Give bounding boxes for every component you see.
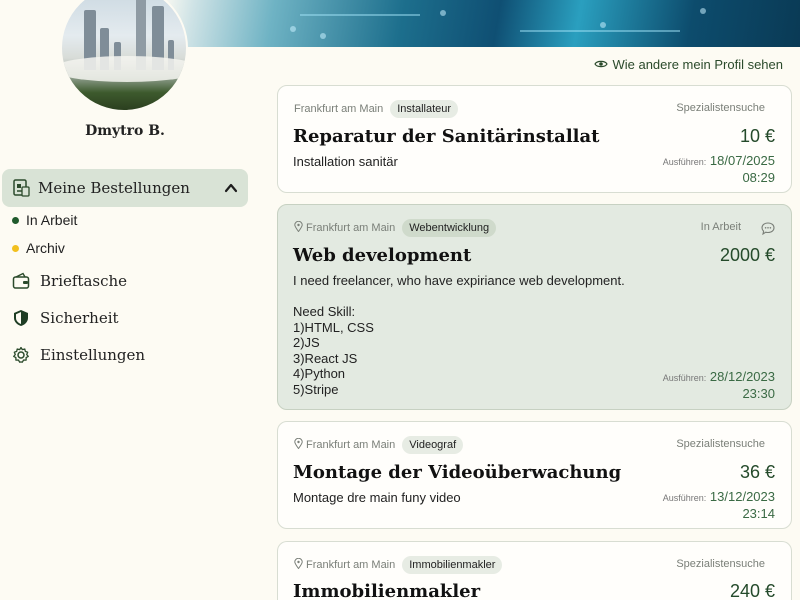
order-city: Frankfurt am Main — [306, 222, 396, 234]
order-price: 10 € — [739, 126, 775, 146]
due-time: 23:14 — [742, 506, 775, 521]
order-city: Frankfurt am Main — [306, 559, 396, 571]
order-status: Spezialistensuche — [676, 102, 765, 114]
order-city: Frankfurt am Main — [306, 439, 396, 451]
status-dot — [12, 244, 19, 252]
due-label: Ausführen: — [662, 157, 707, 167]
order-price: 36 € — [739, 462, 775, 482]
sidebar-item-my-orders[interactable]: Meine Bestellungen — [2, 169, 248, 207]
due-date: 18/07/2025 — [709, 153, 775, 168]
sidebar-subitem-label: Archiv — [26, 240, 65, 256]
chevron-up-icon[interactable] — [224, 181, 238, 199]
order-card[interactable]: Frankfurt am Main Installateur Spezialis… — [277, 85, 792, 193]
order-meta: Frankfurt am Main Immobilienmakler — [294, 556, 503, 574]
category-tag: Installateur — [390, 100, 459, 118]
wallet-icon — [12, 272, 30, 290]
order-status: Spezialistensuche — [676, 438, 765, 450]
order-title[interactable]: Reparatur der Sanitärinstallat — [293, 126, 599, 147]
avatar[interactable] — [60, 0, 188, 112]
order-status: In Arbeit — [700, 221, 741, 233]
view-profile-label: Wie andere mein Profil sehen — [612, 57, 783, 72]
order-meta: Frankfurt am Main Webentwicklung — [294, 219, 497, 237]
due-label: Ausführen: — [662, 493, 707, 503]
order-title[interactable]: Web development — [293, 245, 471, 266]
order-meta: Frankfurt am Main Installateur — [294, 100, 459, 118]
sidebar-item-label: Einstellungen — [40, 346, 146, 364]
order-due: Ausführen: 13/12/2023 23:14 — [663, 489, 775, 522]
order-due: Ausführen: 18/07/2025 08:29 — [663, 153, 775, 186]
due-date: 13/12/2023 — [709, 489, 775, 504]
order-status: Spezialistensuche — [676, 558, 765, 570]
sidebar-item-label: Brieftasche — [40, 272, 128, 290]
order-card[interactable]: Frankfurt am Main Immobilienmakler Spezi… — [277, 541, 792, 600]
category-tag: Webentwicklung — [402, 219, 497, 237]
category-tag: Videograf — [402, 436, 464, 454]
sidebar-item-settings[interactable]: Einstellungen — [12, 346, 145, 364]
orders-icon — [12, 179, 30, 197]
order-price: 240 € — [729, 581, 775, 600]
location-pin-icon — [294, 437, 303, 452]
order-due: Ausführen: 28/12/2023 23:30 — [663, 369, 775, 402]
due-time: 08:29 — [742, 170, 775, 185]
order-city: Frankfurt am Main — [294, 103, 384, 115]
sidebar-item-security[interactable]: Sicherheit — [12, 309, 119, 327]
sidebar-item-label: Meine Bestellungen — [38, 179, 190, 197]
due-time: 23:30 — [742, 386, 775, 401]
chat-icon[interactable] — [761, 222, 775, 240]
order-description: I need freelancer, who have expiriance w… — [293, 273, 625, 397]
location-pin-icon — [294, 557, 303, 572]
view-profile-link[interactable]: Wie andere mein Profil sehen — [594, 57, 783, 72]
user-name: Dmytro B. — [85, 123, 165, 139]
shield-icon — [12, 309, 30, 327]
order-meta: Frankfurt am Main Videograf — [294, 436, 464, 454]
sidebar-item-label: Sicherheit — [40, 309, 119, 327]
sidebar-subitem-archive[interactable]: Archiv — [12, 240, 65, 256]
gear-icon — [12, 346, 30, 364]
eye-icon — [594, 57, 612, 72]
status-dot — [12, 216, 19, 224]
order-card[interactable]: Frankfurt am Main Webentwicklung In Arbe… — [277, 204, 792, 410]
order-title[interactable]: Immobilienmakler — [293, 581, 480, 600]
order-price: 2000 € — [719, 245, 775, 265]
sidebar-item-wallet[interactable]: Brieftasche — [12, 272, 127, 290]
order-title[interactable]: Montage der Videoüberwachung — [293, 462, 621, 483]
category-tag: Immobilienmakler — [402, 556, 503, 574]
order-description: Installation sanitär — [293, 154, 398, 169]
due-label: Ausführen: — [662, 373, 707, 383]
sidebar-subitem-in-progress[interactable]: In Arbeit — [12, 212, 77, 228]
sidebar-subitem-label: In Arbeit — [26, 212, 78, 228]
due-date: 28/12/2023 — [709, 369, 775, 384]
order-description: Montage dre main funy video — [293, 490, 461, 505]
order-card[interactable]: Frankfurt am Main Videograf Spezialisten… — [277, 421, 792, 529]
location-pin-icon — [294, 220, 303, 235]
